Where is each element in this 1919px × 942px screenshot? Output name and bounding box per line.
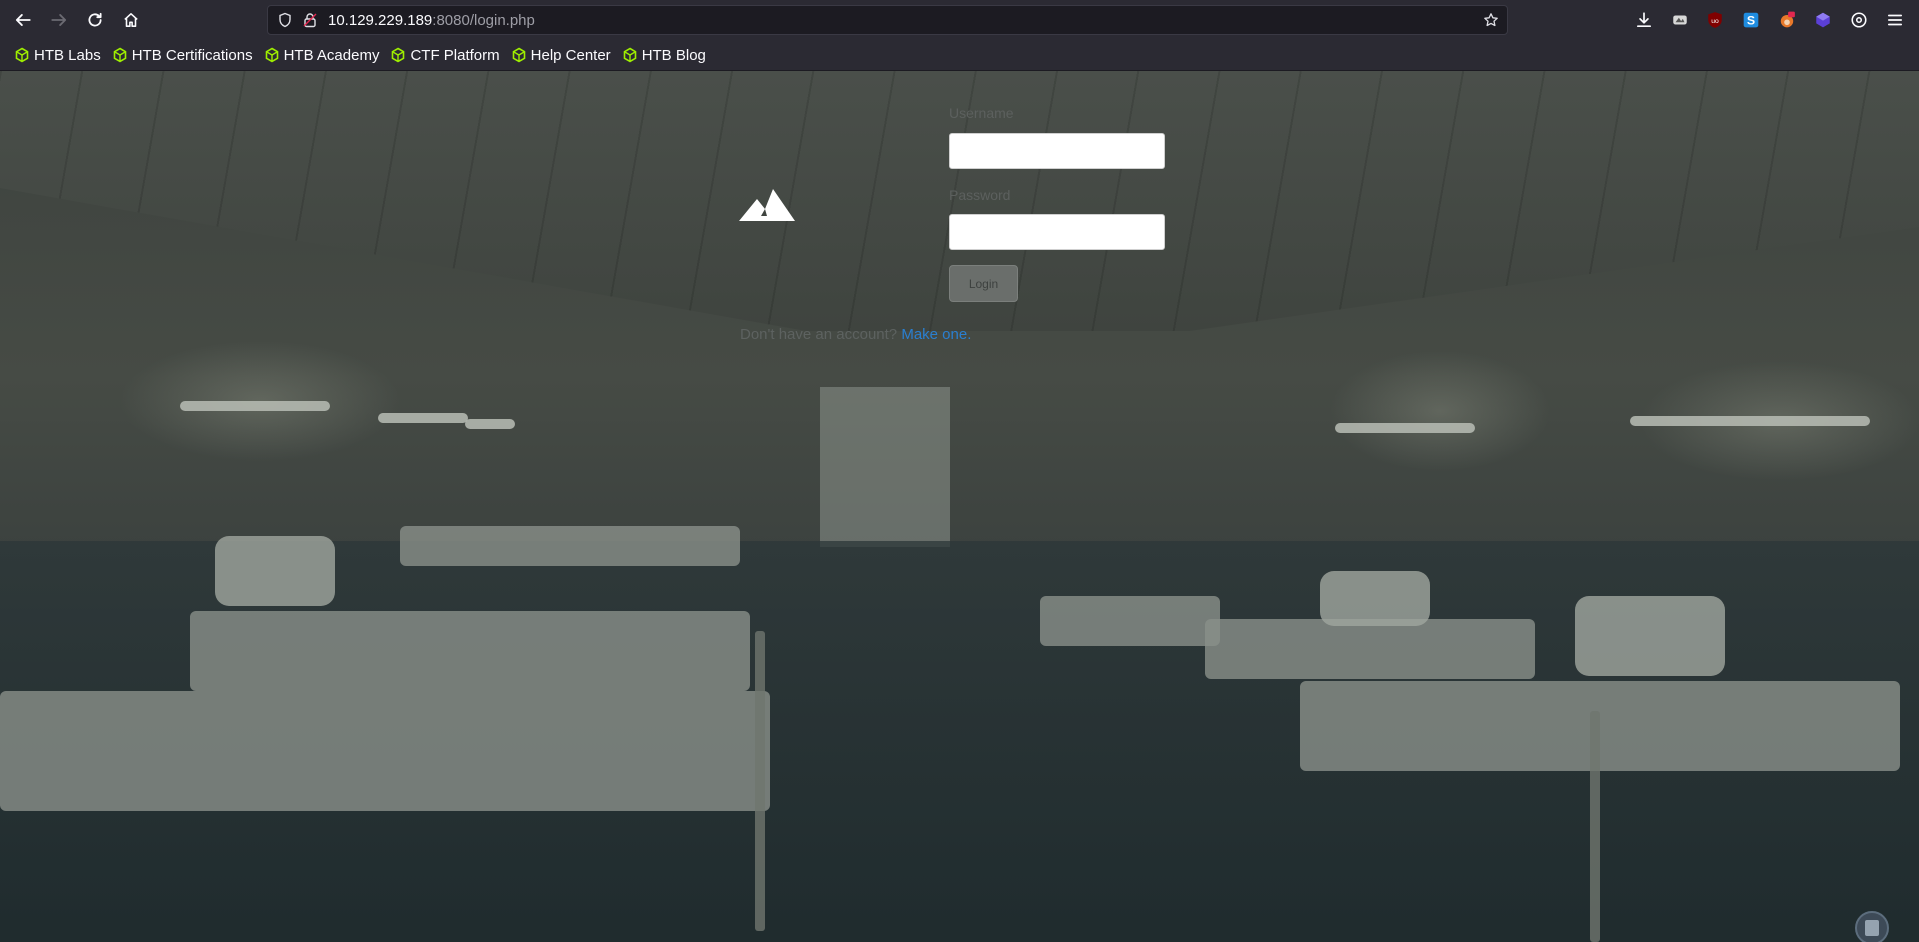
- htb-cube-icon: [15, 47, 29, 63]
- bookmark-htb-academy[interactable]: HTB Academy: [260, 43, 384, 67]
- login-button[interactable]: Login: [949, 265, 1018, 302]
- url-text[interactable]: 10.129.229.189:8080/login.php: [328, 12, 535, 29]
- browser-toolbar: 10.129.229.189:8080/login.php uo S: [0, 0, 1919, 40]
- bookmark-htb-blog[interactable]: HTB Blog: [618, 43, 710, 67]
- bookmark-label: HTB Certifications: [131, 46, 253, 64]
- s-extension-button[interactable]: S: [1740, 9, 1762, 31]
- reload-icon: [88, 12, 102, 27]
- tracking-shield-icon[interactable]: [277, 12, 293, 28]
- bookmark-label: HTB Labs: [34, 46, 101, 64]
- purple-extension-button[interactable]: [1812, 9, 1834, 31]
- bookmarks-toolbar: HTB Labs HTB Certifications HTB Academy …: [0, 40, 1919, 71]
- ublock-icon: uo: [1708, 12, 1722, 28]
- insecure-lock-icon[interactable]: [302, 12, 318, 28]
- bookmark-label: CTF Platform: [410, 46, 500, 64]
- home-icon: [124, 13, 138, 27]
- reload-button[interactable]: [81, 6, 109, 34]
- bookmark-help-center[interactable]: Help Center: [507, 43, 615, 67]
- arrow-left-icon: [15, 14, 31, 26]
- mountain-logo-icon: [739, 189, 795, 221]
- floating-clipboard-button[interactable]: [1855, 911, 1889, 942]
- bookmark-label: Help Center: [530, 46, 611, 64]
- htb-cube-icon: [265, 47, 278, 63]
- s-icon: S: [1743, 12, 1759, 28]
- bookmark-htb-certifications[interactable]: HTB Certifications: [108, 43, 257, 67]
- signup-prompt: Don't have an account? Make one.: [740, 326, 971, 343]
- address-bar[interactable]: 10.129.229.189:8080/login.php: [267, 5, 1508, 35]
- back-button[interactable]: [9, 6, 37, 34]
- password-input[interactable]: [949, 214, 1165, 250]
- app-menu-button[interactable]: [1884, 9, 1906, 31]
- bookmark-star-icon[interactable]: [1483, 12, 1499, 28]
- svg-text:S: S: [1747, 14, 1755, 28]
- url-path: :8080/login.php: [432, 12, 535, 29]
- home-button[interactable]: [117, 6, 145, 34]
- page-viewport: Username Password Login Don't have an ac…: [0, 71, 1919, 942]
- htb-cube-icon: [392, 47, 405, 63]
- clipboard-icon: [1865, 920, 1879, 936]
- hamburger-menu-icon: [1887, 14, 1903, 26]
- bookmark-htb-labs[interactable]: HTB Labs: [10, 43, 105, 67]
- forward-button[interactable]: [45, 6, 73, 34]
- signup-prompt-text: Don't have an account?: [740, 326, 898, 343]
- arrow-right-icon: [51, 14, 67, 26]
- bookmark-label: HTB Academy: [283, 46, 380, 64]
- puzzle-icon: [1851, 12, 1867, 28]
- signup-link[interactable]: Make one.: [901, 326, 971, 343]
- htb-cube-icon: [113, 47, 127, 63]
- username-label: Username: [949, 105, 1014, 121]
- url-host: 10.129.229.189: [328, 12, 433, 29]
- cube-icon: [1816, 12, 1830, 28]
- downloads-button[interactable]: [1633, 9, 1655, 31]
- extension-button[interactable]: [1669, 9, 1691, 31]
- login-form: Username Password Login Don't have an ac…: [0, 71, 1919, 942]
- username-input[interactable]: [949, 133, 1165, 169]
- download-icon: [1636, 12, 1652, 28]
- bookmark-ctf-platform[interactable]: CTF Platform: [386, 43, 503, 67]
- bookmark-label: HTB Blog: [641, 46, 706, 64]
- svg-text:uo: uo: [1711, 18, 1719, 25]
- extension-icon: [1673, 15, 1687, 25]
- extensions-menu-button[interactable]: [1848, 9, 1870, 31]
- htb-cube-icon: [623, 47, 636, 63]
- password-label: Password: [949, 187, 1011, 203]
- htb-cube-icon: [512, 47, 525, 63]
- ublock-button[interactable]: uo: [1704, 9, 1726, 31]
- foxyproxy-button[interactable]: [1776, 9, 1798, 31]
- fox-icon: [1780, 11, 1795, 28]
